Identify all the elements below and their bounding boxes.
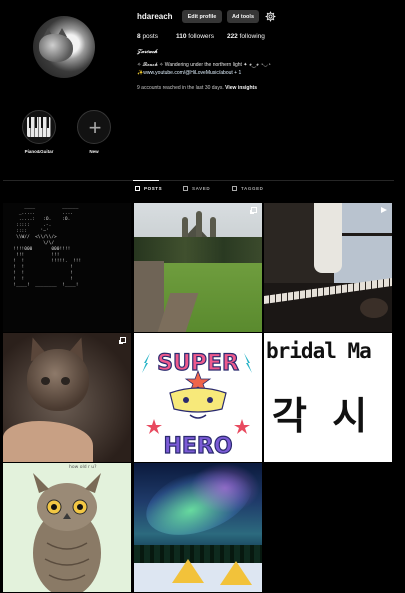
tent: [220, 561, 252, 585]
posts-count: 8: [137, 33, 141, 40]
post-piano-video[interactable]: [264, 203, 392, 332]
tent: [172, 559, 204, 583]
kitten-head: [27, 349, 89, 411]
hero-text: HERO: [163, 434, 232, 459]
following-label: following: [239, 33, 265, 40]
tag-icon: [232, 186, 237, 191]
curtain: [314, 203, 342, 273]
star-icon: [234, 419, 250, 434]
eye: [183, 397, 189, 403]
eye: [207, 397, 213, 403]
ascii-art-text: ____ ______ _..... .... .....: :O. :O. :…: [13, 205, 82, 288]
hand: [360, 298, 388, 318]
lightning-icon: [142, 353, 150, 373]
post-super-hero-drawing[interactable]: SUPER HERO: [134, 333, 262, 462]
highlight-label: Piano&Guitar: [24, 149, 54, 154]
posts-stat: 8 posts: [137, 33, 158, 40]
carousel-icon: [251, 207, 257, 213]
following-stat[interactable]: 222 following: [227, 33, 265, 40]
profile-page: hdareach Edit profile Ad tools 8 posts 1…: [0, 0, 405, 593]
view-insights-link[interactable]: View insights: [225, 85, 257, 91]
tree-line: [134, 237, 262, 263]
edit-profile-button[interactable]: Edit profile: [182, 10, 222, 23]
tab-posts[interactable]: POSTS: [135, 186, 162, 191]
lightning-icon: [244, 353, 252, 373]
post-owl-drawing[interactable]: how old r u?: [3, 463, 131, 592]
hand: [3, 421, 93, 462]
piano-keys-image: [27, 117, 51, 137]
tab-tagged[interactable]: TAGGED: [232, 186, 264, 191]
video-icon: [381, 207, 387, 213]
bookmark-icon: [183, 186, 188, 191]
window: [334, 203, 392, 283]
korean-text: 각 시: [272, 394, 374, 438]
tab-label: POSTS: [144, 186, 163, 191]
stone-wall: [134, 261, 164, 332]
highlight-cover: [22, 110, 56, 144]
highlight-cover: +: [77, 110, 111, 144]
post-ascii-art[interactable]: ____ ______ _..... .... .....: :O. :O. :…: [3, 203, 131, 332]
bio-link[interactable]: ✨www.youtube.com/@HiLoveMusic/about + 1: [137, 70, 241, 76]
followers-stat[interactable]: 110 followers: [176, 33, 214, 40]
owl-pupil: [51, 504, 57, 510]
smile: [189, 414, 207, 419]
super-hero-illustration: SUPER HERO: [142, 350, 252, 460]
username: hdareach: [137, 12, 173, 21]
post-bridal-text-image[interactable]: bridal Ma 각 시: [264, 333, 392, 462]
full-name: 𝒵𝒶𝓇𝑒𝒶𝒸𝒽: [137, 49, 158, 55]
followers-count: 110: [175, 33, 187, 40]
kitten-eye: [61, 377, 70, 385]
post-temple-photo[interactable]: [134, 203, 262, 332]
tabs-divider: [3, 180, 394, 181]
post-aurora-painting[interactable]: [134, 463, 262, 592]
aurora: [190, 463, 260, 513]
gear-icon[interactable]: [265, 11, 276, 22]
highlight-piano-guitar[interactable]: Piano&Guitar: [21, 110, 57, 154]
owl-pupil: [77, 504, 83, 510]
kitten-eye: [41, 377, 50, 385]
bio-text: ✧ 𝓡𝓮𝓪𝓬𝓱 ✧ Wandering under the northern l…: [137, 62, 271, 68]
insights-line: 9 accounts reached in the last 30 days. …: [137, 85, 257, 91]
following-count: 222: [226, 33, 238, 40]
carousel-icon: [120, 337, 126, 343]
owl-head: [37, 483, 97, 531]
highlight-label: New: [89, 149, 99, 154]
ad-tools-button[interactable]: Ad tools: [227, 10, 259, 23]
avatar-cat-face: [39, 34, 73, 62]
insights-text: 9 accounts reached in the last 30 days.: [137, 85, 224, 91]
profile-avatar[interactable]: [33, 16, 95, 78]
mask: [169, 387, 227, 413]
plus-icon: +: [88, 115, 102, 140]
tab-label: SAVED: [192, 186, 211, 191]
active-tab-indicator: [133, 180, 159, 181]
owl-illustration: [33, 473, 101, 592]
star-icon: [146, 419, 162, 434]
highlight-new[interactable]: + New: [76, 110, 112, 154]
tab-saved[interactable]: SAVED: [183, 186, 210, 191]
tab-label: TAGGED: [241, 186, 264, 191]
bridal-text: bridal Ma: [266, 339, 372, 363]
posts-label: posts: [142, 33, 158, 40]
grid-icon: [135, 186, 140, 191]
profile-stats: 8 posts 110 followers 222 following: [137, 33, 278, 40]
followers-label: followers: [188, 33, 214, 40]
post-kitten-photo[interactable]: [3, 333, 131, 462]
